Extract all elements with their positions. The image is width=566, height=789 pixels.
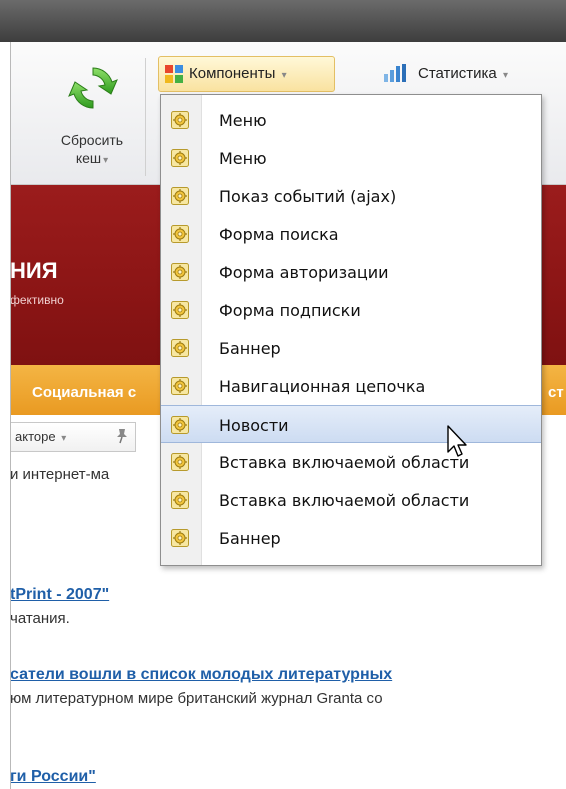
article-description: чатания. (10, 610, 70, 627)
article-link[interactable]: tPrint - 2007" (10, 586, 109, 604)
nav-item-social[interactable]: Социальная с (32, 384, 136, 401)
refresh-icon (68, 67, 118, 109)
menu-item[interactable]: Вставка включаемой области (161, 481, 541, 519)
component-icon (171, 377, 189, 395)
menu-item-label: Форма подписки (219, 301, 361, 320)
reset-cache-label: Сбросить (60, 132, 124, 148)
components-label: Компоненты ▾ (189, 65, 287, 82)
edit-in-editor-button[interactable]: акторе ▾ (10, 422, 136, 452)
menu-item-label: Меню (219, 111, 267, 130)
component-icon (171, 225, 189, 243)
chevron-down-icon: ▾ (103, 155, 109, 166)
banner-title: НИЯ (10, 258, 58, 283)
component-icon (171, 416, 189, 434)
components-button[interactable]: Компоненты ▾ (158, 56, 335, 92)
shop-text: и интернет-ма (10, 466, 110, 483)
chevron-down-icon: ▾ (281, 70, 287, 81)
component-icon (171, 339, 189, 357)
component-icon (171, 111, 189, 129)
statistics-button[interactable]: Статистика ▾ (384, 60, 554, 90)
menu-item[interactable]: Баннер (161, 519, 541, 557)
statistics-label: Статистика ▾ (418, 65, 508, 82)
left-panel-border (0, 42, 11, 789)
menu-item-label: Баннер (219, 339, 281, 358)
nav-item-right[interactable]: ст (548, 384, 564, 401)
menu-item[interactable]: Вставка включаемой области (161, 443, 541, 481)
component-icon (171, 453, 189, 471)
component-icon (171, 529, 189, 547)
menu-item[interactable]: Новости (161, 405, 541, 443)
article-description: юм литературном мире британский журнал G… (10, 690, 383, 707)
bar-chart-icon (384, 64, 406, 82)
menu-item[interactable]: Форма подписки (161, 291, 541, 329)
menu-item-label: Баннер (219, 529, 281, 548)
toolbar-separator (145, 58, 146, 176)
menu-item[interactable]: Навигационная цепочка (161, 367, 541, 405)
component-icon (171, 263, 189, 281)
chevron-down-icon: ▾ (61, 433, 67, 444)
component-icon (171, 187, 189, 205)
menu-item-label: Форма авторизации (219, 263, 389, 282)
top-bar (0, 0, 566, 42)
reset-cache-button[interactable]: Сбросить кеш ▾ (32, 58, 152, 178)
menu-item-label: Вставка включаемой области (219, 453, 470, 472)
editor-label: акторе ▾ (15, 429, 67, 444)
chevron-down-icon: ▾ (502, 70, 508, 81)
menu-item[interactable]: Меню (161, 139, 541, 177)
article-link[interactable]: ги России" (10, 768, 96, 786)
menu-item-label: Вставка включаемой области (219, 491, 470, 510)
menu-item-label: Меню (219, 149, 267, 168)
menu-item[interactable]: Меню (161, 101, 541, 139)
components-icon (165, 65, 183, 83)
menu-item-label: Навигационная цепочка (219, 377, 426, 396)
reset-cache-sublabel: кеш ▾ (75, 150, 109, 166)
menu-item-label: Новости (219, 416, 289, 435)
menu-item[interactable]: Форма авторизации (161, 253, 541, 291)
component-icon (171, 491, 189, 509)
menu-item[interactable]: Форма поиска (161, 215, 541, 253)
components-dropdown-menu: Меню Меню Показ событий (ajax) Форма поиска… (160, 94, 542, 566)
mouse-cursor-icon (447, 425, 467, 457)
menu-item[interactable]: Показ событий (ajax) (161, 177, 541, 215)
menu-item[interactable]: Баннер (161, 329, 541, 367)
menu-item-label: Форма поиска (219, 225, 339, 244)
pin-icon[interactable] (115, 428, 129, 444)
component-icon (171, 149, 189, 167)
component-icon (171, 301, 189, 319)
menu-item-label: Показ событий (ajax) (219, 187, 397, 206)
article-link[interactable]: сатели вошли в список молодых литературн… (10, 666, 392, 684)
banner-subtitle: фективно (10, 293, 64, 307)
